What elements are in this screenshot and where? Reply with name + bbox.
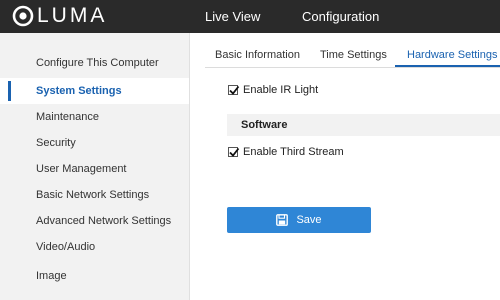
nav-live-view[interactable]: Live View: [205, 0, 260, 33]
check-icon: [229, 85, 240, 95]
enable-ir-light-label: Enable IR Light: [243, 84, 319, 96]
check-icon: [229, 147, 240, 157]
enable-ir-light-option[interactable]: Enable IR Light: [228, 82, 318, 98]
enable-third-stream-label: Enable Third Stream: [243, 146, 344, 158]
tab-hardware-settings[interactable]: Hardware Settings: [407, 33, 498, 67]
top-bar: LUMA Live View Configuration: [0, 0, 500, 33]
sidebar-item-image[interactable]: Image: [0, 263, 189, 289]
logo-text: LUMA: [37, 4, 108, 27]
sidebar-item-user-management[interactable]: User Management: [0, 156, 189, 182]
active-tab-indicator: [395, 65, 500, 67]
sidebar-item-advanced-network-settings[interactable]: Advanced Network Settings: [0, 208, 189, 234]
save-icon: [276, 214, 289, 226]
save-button-label: Save: [296, 214, 322, 226]
sidebar-item-configure-this-computer[interactable]: Configure This Computer: [0, 50, 189, 76]
sidebar-item-system-settings[interactable]: System Settings: [0, 78, 189, 104]
sidebar: Configure This Computer System Settings …: [0, 33, 190, 300]
sidebar-item-maintenance[interactable]: Maintenance: [0, 104, 189, 130]
tab-basic-information[interactable]: Basic Information: [215, 33, 300, 67]
sidebar-item-video-audio[interactable]: Video/Audio: [0, 234, 189, 260]
enable-third-stream-option[interactable]: Enable Third Stream: [228, 144, 344, 160]
enable-third-stream-checkbox[interactable]: [228, 147, 240, 157]
software-section-header: Software: [227, 114, 500, 136]
nav-configuration[interactable]: Configuration: [302, 0, 379, 33]
enable-ir-light-checkbox[interactable]: [228, 85, 240, 95]
luma-logo[interactable]: LUMA: [12, 5, 107, 27]
settings-tabs: Basic Information Time Settings Hardware…: [205, 33, 500, 68]
save-button[interactable]: Save: [227, 207, 371, 233]
tab-time-settings[interactable]: Time Settings: [320, 33, 387, 67]
luma-logo-icon: [12, 5, 34, 27]
sidebar-item-basic-network-settings[interactable]: Basic Network Settings: [0, 182, 189, 208]
sidebar-item-security[interactable]: Security: [0, 130, 189, 156]
